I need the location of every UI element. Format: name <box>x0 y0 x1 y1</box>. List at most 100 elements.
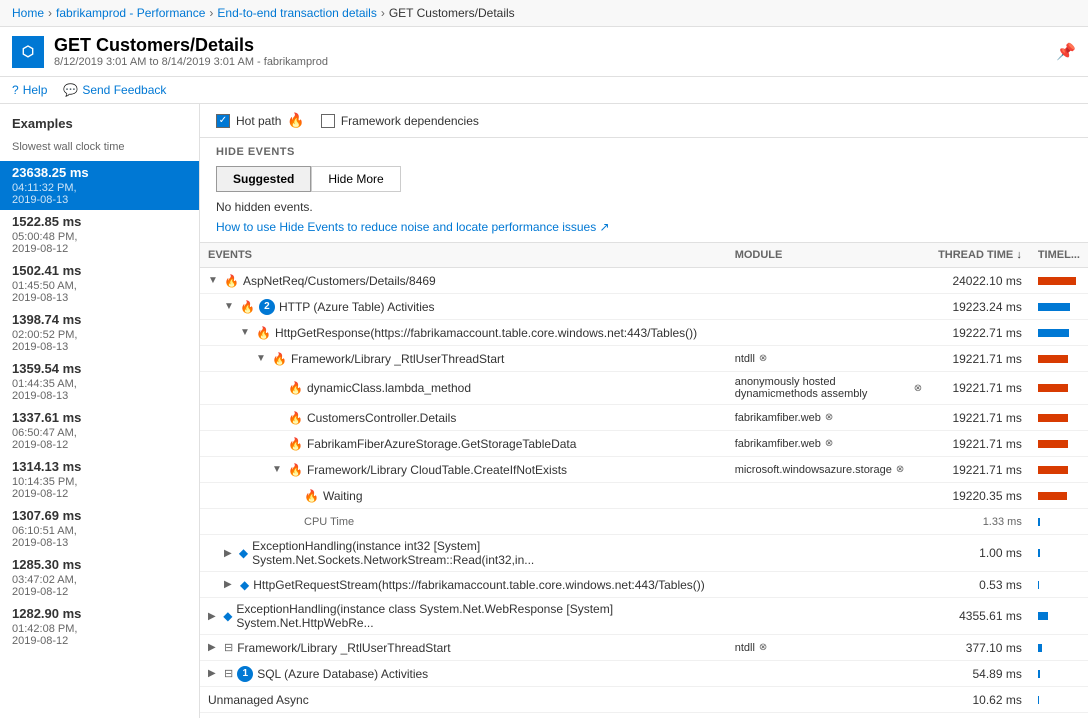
sidebar-item-4[interactable]: 1359.54 ms 01:44:35 AM,2019-08-13 <box>0 357 199 406</box>
time-cell-15: 10.62 ms <box>930 687 1030 713</box>
framework-dep-check[interactable] <box>321 114 335 128</box>
table-row: 🔥 Waiting 19220.35 ms <box>200 483 1088 509</box>
help-icon: ? <box>12 83 19 97</box>
hide-more-button[interactable]: Hide More <box>311 166 400 192</box>
module-cell-3: ntdll ⊗ <box>727 346 930 372</box>
expand-icon-11[interactable]: ▶ <box>224 579 236 590</box>
feedback-icon: 💬 <box>63 83 78 97</box>
table-row: ▼ 🔥 Framework/Library _RtlUserThreadStar… <box>200 346 1088 372</box>
module-name-6: fabrikamfiber.web <box>735 438 821 450</box>
expand-icon-3[interactable]: ▼ <box>256 353 268 364</box>
module-close-13[interactable]: ⊗ <box>759 642 767 653</box>
table-row: 🔥 CustomersController.Details fabrikamfi… <box>200 405 1088 431</box>
module-cell-12 <box>727 598 930 635</box>
table-row: ▶ ⊟ 1 SQL (Azure Database) Activities 54… <box>200 661 1088 687</box>
table-row: 🔥 FabrikamFiberAzureStorage.GetStorageTa… <box>200 431 1088 457</box>
sidebar-item-3[interactable]: 1398.74 ms 02:00:52 PM,2019-08-13 <box>0 308 199 357</box>
col-module: MODULE <box>727 243 930 268</box>
feedback-button[interactable]: 💬 Send Feedback <box>63 83 166 97</box>
module-name-4: anonymously hosted dynamicmethods assemb… <box>735 376 910 400</box>
expand-icon-13[interactable]: ▶ <box>208 642 220 653</box>
timeline-cell-9 <box>1030 509 1088 535</box>
event-name-14: SQL (Azure Database) Activities <box>257 667 428 681</box>
sidebar-item-date-2: 01:45:50 AM,2019-08-13 <box>12 280 187 304</box>
framework-dep-checkbox[interactable]: Framework dependencies <box>321 114 479 128</box>
breadcrumb-e2e[interactable]: End-to-end transaction details <box>217 6 376 20</box>
sidebar-item-date-7: 06:10:51 AM,2019-08-13 <box>12 525 187 549</box>
table-row: ▼ 🔥 2 HTTP (Azure Table) Activities 1922… <box>200 294 1088 320</box>
sidebar-item-time-5: 1337.61 ms <box>12 410 187 425</box>
timeline-cell-8 <box>1030 483 1088 509</box>
module-cell-2 <box>727 320 930 346</box>
sidebar-item-time-1: 1522.85 ms <box>12 214 187 229</box>
sidebar-subtitle: Slowest wall clock time <box>0 139 199 161</box>
module-close-4[interactable]: ⊗ <box>914 383 922 394</box>
fire-icon-3: 🔥 <box>272 352 287 366</box>
event-name-9: CPU Time <box>304 516 354 528</box>
timeline-cell-10 <box>1030 535 1088 572</box>
event-name-cell: 🔥 Waiting <box>200 483 727 509</box>
module-name-3: ntdll <box>735 353 755 365</box>
sidebar: Examples Slowest wall clock time 23638.2… <box>0 104 200 718</box>
feedback-label[interactable]: Send Feedback <box>82 83 166 97</box>
help-button[interactable]: ? Help <box>12 83 47 97</box>
timeline-cell-1 <box>1030 294 1088 320</box>
fire-icon-8: 🔥 <box>304 489 319 503</box>
breadcrumb-current: GET Customers/Details <box>389 6 515 20</box>
event-name-0: AspNetReq/Customers/Details/8469 <box>243 274 436 288</box>
table-row: 🔥 dynamicClass.lambda_method anonymously… <box>200 372 1088 405</box>
sidebar-item-2[interactable]: 1502.41 ms 01:45:50 AM,2019-08-13 <box>0 259 199 308</box>
module-name-5: fabrikamfiber.web <box>735 412 821 424</box>
event-name-3: Framework/Library _RtlUserThreadStart <box>291 352 504 366</box>
expand-icon-14[interactable]: ▶ <box>208 668 220 679</box>
breadcrumb-home[interactable]: Home <box>12 6 44 20</box>
event-name-6: FabrikamFiberAzureStorage.GetStorageTabl… <box>307 437 576 451</box>
time-cell-2: 19222.71 ms <box>930 320 1030 346</box>
expand-icon-12[interactable]: ▶ <box>208 611 219 622</box>
sidebar-item-8[interactable]: 1285.30 ms 03:47:02 AM,2019-08-12 <box>0 553 199 602</box>
hot-path-check[interactable]: ✓ <box>216 114 230 128</box>
module-close-5[interactable]: ⊗ <box>825 412 833 423</box>
expand-icon-2[interactable]: ▼ <box>240 327 252 338</box>
table-row: ▼ 🔥 AspNetReq/Customers/Details/8469 240… <box>200 268 1088 294</box>
framework-icon-13: ⊟ <box>224 641 233 654</box>
module-cell-7: microsoft.windowsazure.storage ⊗ <box>727 457 930 483</box>
sidebar-item-7[interactable]: 1307.69 ms 06:10:51 AM,2019-08-13 <box>0 504 199 553</box>
event-name-cell: ▼ 🔥 AspNetReq/Customers/Details/8469 <box>200 268 727 294</box>
event-name-13: Framework/Library _RtlUserThreadStart <box>237 641 450 655</box>
table-row: ▶ ◆ ExceptionHandling(instance class Sys… <box>200 598 1088 635</box>
event-name-cell: CPU Time <box>200 509 727 535</box>
how-to-link[interactable]: How to use Hide Events to reduce noise a… <box>216 220 610 234</box>
controls-bar: ✓ Hot path 🔥 Framework dependencies <box>200 104 1088 138</box>
help-label[interactable]: Help <box>23 83 48 97</box>
expand-icon-10[interactable]: ▶ <box>224 548 235 559</box>
expand-icon-7[interactable]: ▼ <box>272 464 284 475</box>
module-close-7[interactable]: ⊗ <box>896 464 904 475</box>
expand-icon-1[interactable]: ▼ <box>224 301 236 312</box>
time-cell-14: 54.89 ms <box>930 661 1030 687</box>
sidebar-item-time-9: 1282.90 ms <box>12 606 187 621</box>
breadcrumb-perf[interactable]: fabrikamprod - Performance <box>56 6 205 20</box>
event-name-cell: ▶ ◆ HttpGetRequestStream(https://fabrika… <box>200 572 727 598</box>
col-thread-time[interactable]: THREAD TIME ↓ <box>930 243 1030 268</box>
event-name-cell: Unmanaged Async <box>200 687 727 713</box>
module-cell-8 <box>727 483 930 509</box>
sidebar-item-9[interactable]: 1282.90 ms 01:42:08 PM,2019-08-12 <box>0 602 199 651</box>
event-name-5: CustomersController.Details <box>307 411 456 425</box>
timeline-cell-0 <box>1030 268 1088 294</box>
badge-1: 2 <box>259 299 275 315</box>
timeline-cell-15 <box>1030 687 1088 713</box>
sidebar-item-5[interactable]: 1337.61 ms 06:50:47 AM,2019-08-12 <box>0 406 199 455</box>
time-cell-1: 19223.24 ms <box>930 294 1030 320</box>
module-close-3[interactable]: ⊗ <box>759 353 767 364</box>
pin-button[interactable]: 📌 <box>1056 42 1076 62</box>
sidebar-item-6[interactable]: 1314.13 ms 10:14:35 PM,2019-08-12 <box>0 455 199 504</box>
sidebar-item-date-8: 03:47:02 AM,2019-08-12 <box>12 574 187 598</box>
events-section: EVENTS MODULE THREAD TIME ↓ TIMEL... ▼ 🔥 <box>200 243 1088 718</box>
expand-icon-0[interactable]: ▼ <box>208 275 220 286</box>
suggested-button[interactable]: Suggested <box>216 166 311 192</box>
hot-path-checkbox[interactable]: ✓ Hot path 🔥 <box>216 112 305 129</box>
sidebar-item-1[interactable]: 1522.85 ms 05:00:48 PM,2019-08-12 <box>0 210 199 259</box>
sidebar-item-0[interactable]: 23638.25 ms 04:11:32 PM,2019-08-13 <box>0 161 199 210</box>
module-close-6[interactable]: ⊗ <box>825 438 833 449</box>
